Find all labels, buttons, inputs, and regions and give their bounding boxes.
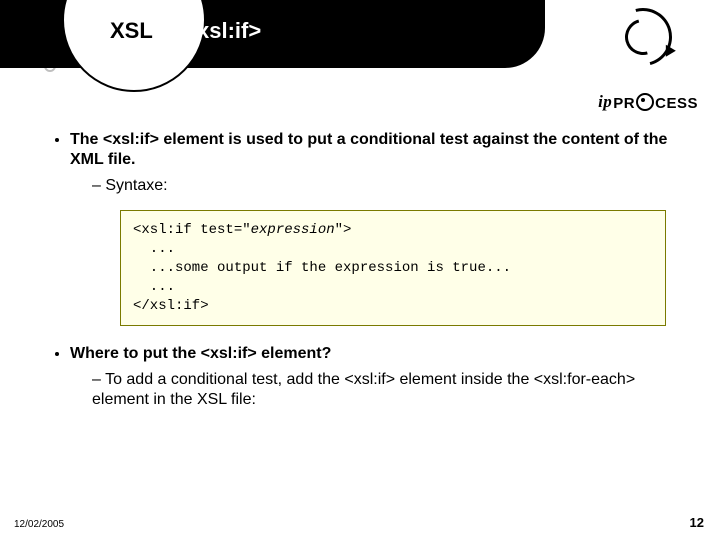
footer-date: 12/02/2005 [14, 519, 64, 530]
brand-cess: CESS [655, 95, 698, 112]
brand-logo: ip PR CESS [598, 92, 698, 112]
gear-icon [636, 93, 654, 111]
code-line: </xsl:if> [133, 298, 209, 314]
code-line: <xsl:if test=" [133, 222, 251, 238]
bullet-text: Where to put the <xsl:if> element? [70, 345, 331, 362]
code-line: ... [133, 241, 175, 257]
bullet-list: Where to put the <xsl:if> element? To ad… [48, 344, 678, 410]
bullet-list: The <xsl:if> element is used to put a co… [48, 130, 678, 196]
brand-ip: ip [598, 92, 612, 112]
title-prefix: XSL [110, 18, 151, 43]
corner-swirl-icon [592, 6, 702, 62]
bullet-item: Where to put the <xsl:if> element? To ad… [70, 344, 678, 410]
sub-bullet-list: Syntaxe: [70, 176, 678, 196]
sub-bullet-item: Syntaxe: [92, 176, 678, 196]
code-line: "> [335, 222, 352, 238]
title-rest: T - <xsl:if> [151, 18, 261, 43]
footer-page-number: 12 [690, 515, 704, 530]
slide: XSLT - <xsl:if> ip PR CESS The <xsl:if> … [0, 0, 720, 540]
header-circle [62, 0, 206, 92]
code-italic: expression [251, 222, 335, 238]
sub-bullet-item: To add a conditional test, add the <xsl:… [92, 370, 678, 410]
brand-pr: PR [613, 95, 635, 112]
bullet-item: The <xsl:if> element is used to put a co… [70, 130, 678, 196]
slide-body: The <xsl:if> element is used to put a co… [48, 130, 678, 424]
sub-bullet-list: To add a conditional test, add the <xsl:… [70, 370, 678, 410]
code-line: ...some output if the expression is true… [133, 260, 511, 276]
code-block: <xsl:if test="expression"> ... ...some o… [120, 210, 666, 326]
bullet-text: The <xsl:if> element is used to put a co… [70, 131, 667, 168]
slide-title: XSLT - <xsl:if> [110, 18, 261, 44]
code-line: ... [133, 279, 175, 295]
